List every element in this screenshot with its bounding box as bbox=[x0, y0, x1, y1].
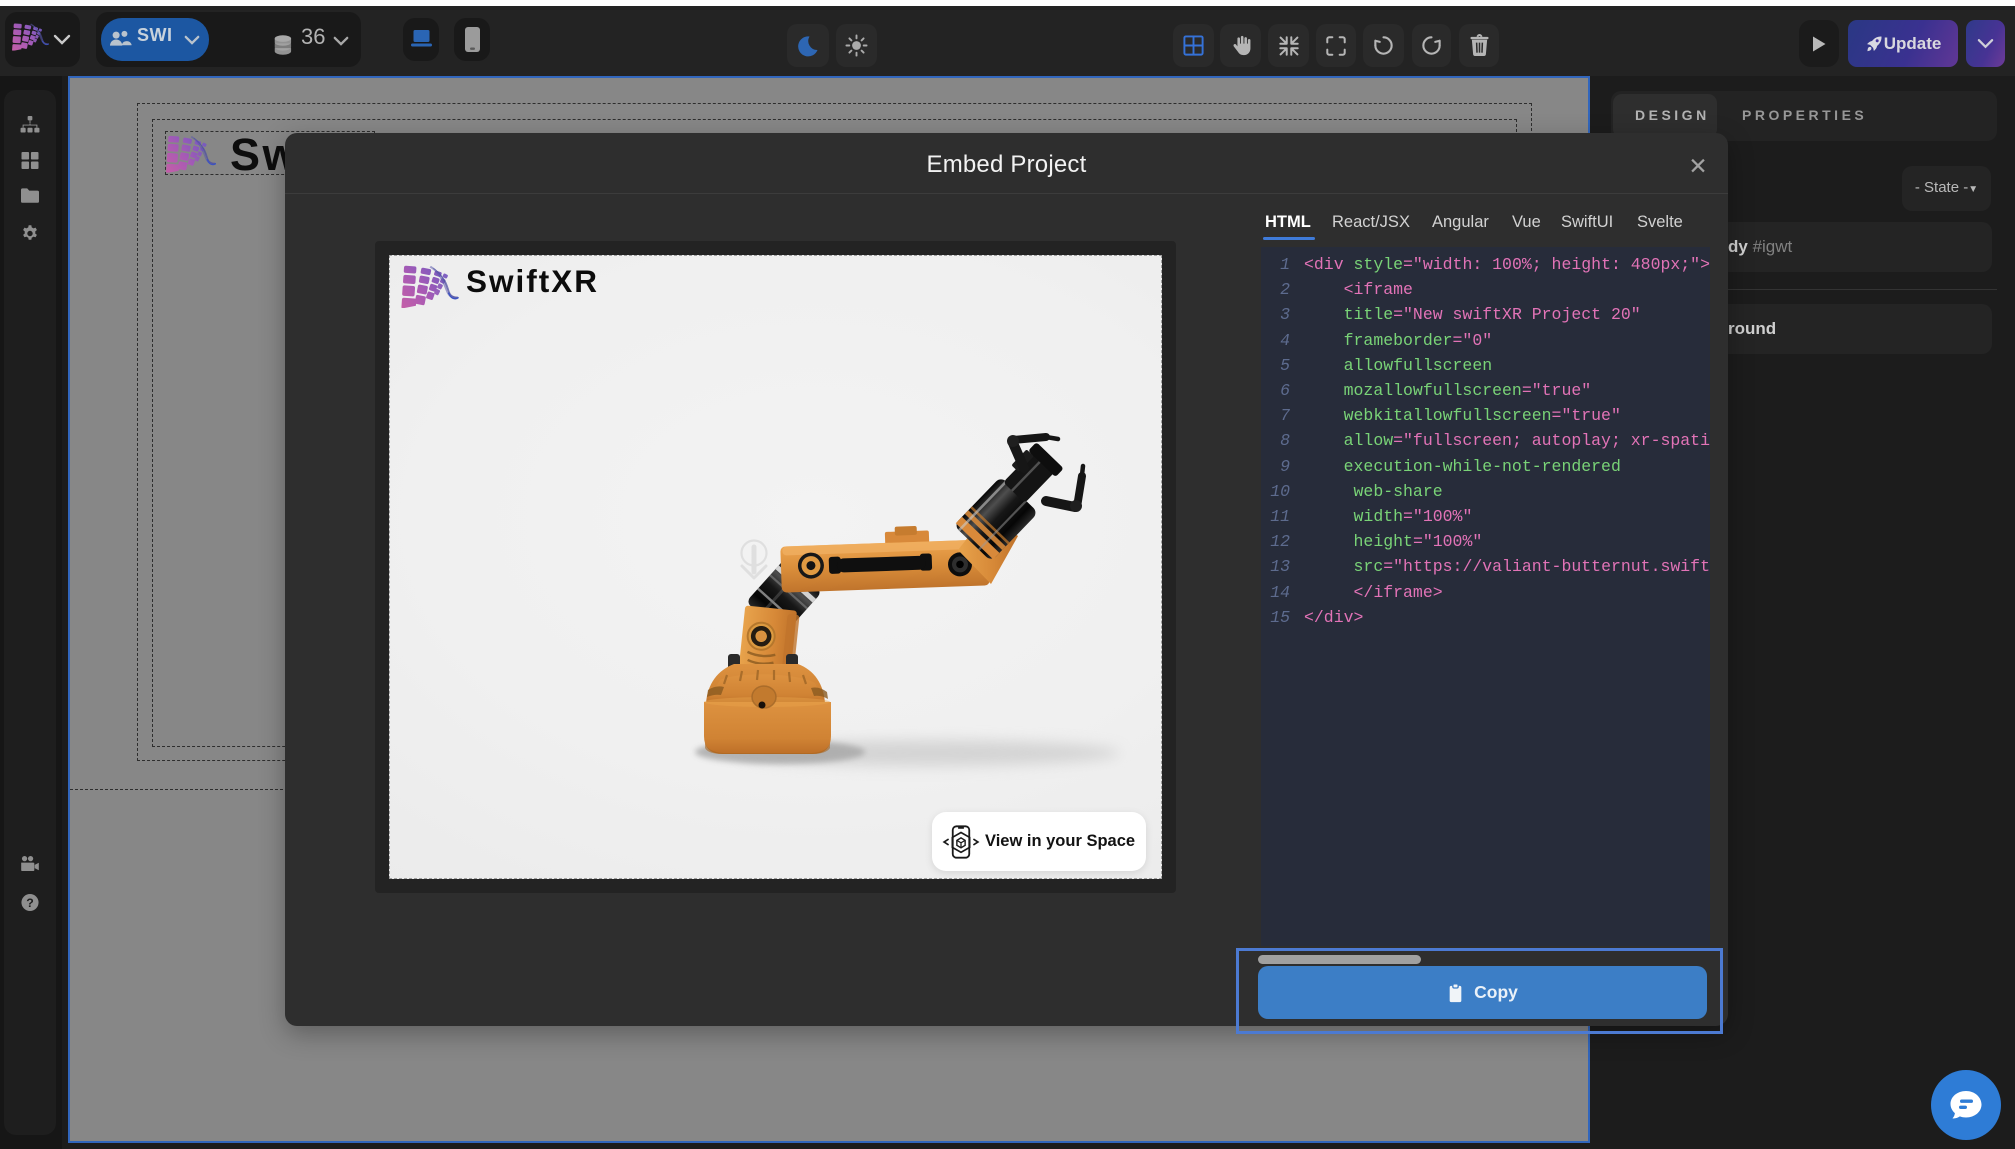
svg-text:?: ? bbox=[26, 896, 34, 910]
